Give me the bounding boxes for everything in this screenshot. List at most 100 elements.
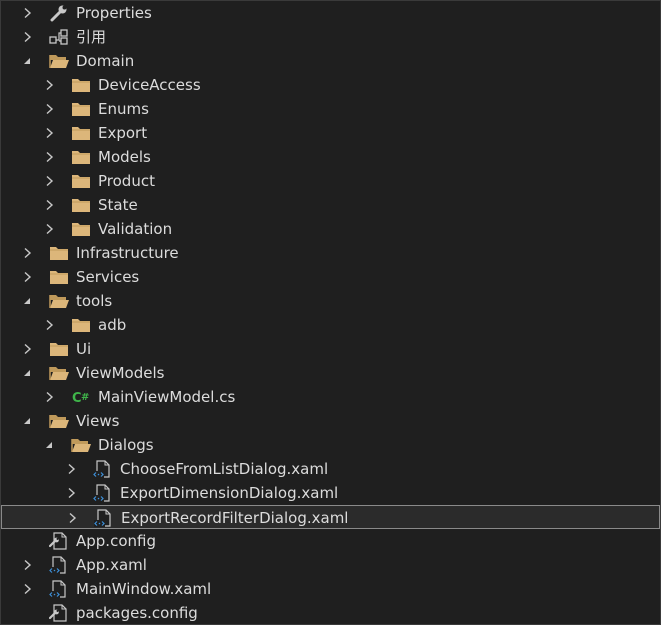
tree-item-label: MainViewModel.cs	[98, 388, 236, 406]
tree-item[interactable]: Infrastructure	[1, 241, 660, 265]
tree-item[interactable]: DeviceAccess	[1, 73, 660, 97]
tree-item[interactable]: Views	[1, 409, 660, 433]
folder-open-icon	[49, 52, 69, 70]
chevron-right-icon[interactable]	[19, 269, 35, 285]
chevron-right-icon[interactable]	[41, 173, 57, 189]
tree-item-label: Dialogs	[98, 436, 154, 454]
chevron-down-icon[interactable]	[41, 437, 57, 453]
tree-item[interactable]: Services	[1, 265, 660, 289]
config-file-icon	[48, 604, 69, 622]
xaml-file-icon	[93, 460, 113, 478]
tree-item-label: ChooseFromListDialog.xaml	[120, 460, 329, 478]
chevron-right-icon[interactable]	[19, 245, 35, 261]
tree-item-label: Properties	[76, 4, 152, 22]
chevron-down-icon[interactable]	[19, 53, 35, 69]
references-icon	[49, 28, 69, 46]
xaml-file-icon	[49, 556, 69, 574]
tree-item[interactable]: ExportDimensionDialog.xaml	[1, 481, 660, 505]
tree-item[interactable]: adb	[1, 313, 660, 337]
tree-item[interactable]: Dialogs	[1, 433, 660, 457]
tree-item[interactable]: Properties	[1, 1, 660, 25]
chevron-down-icon[interactable]	[19, 365, 35, 381]
folder-open-icon	[49, 412, 69, 430]
tree-item-label: Views	[76, 412, 120, 430]
tree-item-label: Export	[98, 124, 148, 142]
folder-icon	[71, 196, 91, 214]
chevron-right-icon[interactable]	[41, 389, 57, 405]
tree-item[interactable]: ExportRecordFilterDialog.xaml	[1, 505, 660, 529]
tree-item[interactable]: tools	[1, 289, 660, 313]
folder-icon	[71, 220, 91, 238]
tree-item[interactable]: MainWindow.xaml	[1, 577, 660, 601]
tree-item-label: tools	[76, 292, 113, 310]
tree-item-label: adb	[98, 316, 127, 334]
folder-open-icon	[49, 364, 69, 382]
chevron-right-icon[interactable]	[19, 5, 35, 21]
tree-item-label: Ui	[76, 340, 92, 358]
svg-text:#: #	[81, 392, 89, 403]
chevron-down-icon[interactable]	[19, 293, 35, 309]
chevron-right-icon[interactable]	[63, 461, 79, 477]
tree-item-label: ExportRecordFilterDialog.xaml	[121, 509, 349, 527]
folder-icon	[71, 100, 91, 118]
xaml-file-icon	[94, 509, 114, 527]
folder-icon	[71, 316, 91, 334]
tree-item-label: Services	[76, 268, 140, 286]
tree-item[interactable]: Enums	[1, 97, 660, 121]
tree-item[interactable]: Ui	[1, 337, 660, 361]
folder-icon	[49, 268, 69, 286]
tree-item-label: ExportDimensionDialog.xaml	[120, 484, 339, 502]
folder-open-icon	[71, 436, 91, 454]
solution-explorer-tree: Properties 引用 Domain DeviceAccess Enums …	[0, 0, 661, 625]
tree-item-label: App.xaml	[76, 556, 147, 574]
folder-icon	[49, 244, 69, 262]
chevron-right-icon[interactable]	[64, 510, 80, 526]
tree-item[interactable]: App.xaml	[1, 553, 660, 577]
tree-item-label: State	[98, 196, 138, 214]
chevron-right-icon[interactable]	[41, 149, 57, 165]
tree-item[interactable]: 引用	[1, 25, 660, 49]
tree-item[interactable]: Domain	[1, 49, 660, 73]
chevron-right-icon[interactable]	[19, 29, 35, 45]
chevron-right-icon[interactable]	[19, 557, 35, 573]
folder-icon	[71, 148, 91, 166]
tree-item-label: Product	[98, 172, 155, 190]
tree-item[interactable]: Export	[1, 121, 660, 145]
tree-item-label: Enums	[98, 100, 149, 118]
tree-item-label: Infrastructure	[76, 244, 179, 262]
folder-icon	[49, 340, 69, 358]
tree-item[interactable]: Product	[1, 169, 660, 193]
tree-item-label: DeviceAccess	[98, 76, 201, 94]
csharp-file-icon: C #	[71, 388, 91, 406]
tree-item[interactable]: State	[1, 193, 660, 217]
chevron-right-icon[interactable]	[19, 341, 35, 357]
tree-item[interactable]: ViewModels	[1, 361, 660, 385]
tree-item-label: Validation	[98, 220, 173, 238]
chevron-right-icon[interactable]	[41, 197, 57, 213]
tree-item[interactable]: Validation	[1, 217, 660, 241]
chevron-right-icon[interactable]	[19, 581, 35, 597]
tree-item[interactable]: ChooseFromListDialog.xaml	[1, 457, 660, 481]
tree-item-label: MainWindow.xaml	[76, 580, 212, 598]
tree-item[interactable]: Models	[1, 145, 660, 169]
tree-item-label: Domain	[76, 52, 135, 70]
tree-item-label: packages.config	[76, 604, 198, 622]
chevron-right-icon[interactable]	[41, 101, 57, 117]
chevron-right-icon[interactable]	[41, 125, 57, 141]
tree-item-label: ViewModels	[76, 364, 165, 382]
folder-open-icon	[49, 292, 69, 310]
tree-item[interactable]: C # MainViewModel.cs	[1, 385, 660, 409]
chevron-right-icon[interactable]	[41, 77, 57, 93]
tree-item[interactable]: packages.config	[1, 601, 660, 625]
chevron-right-icon[interactable]	[41, 317, 57, 333]
chevron-right-icon[interactable]	[41, 221, 57, 237]
config-file-icon	[48, 532, 69, 550]
tree-item-label: App.config	[76, 532, 156, 550]
wrench-icon	[49, 4, 69, 22]
tree-item[interactable]: App.config	[1, 529, 660, 553]
tree-item-label: Models	[98, 148, 151, 166]
chevron-right-icon[interactable]	[63, 485, 79, 501]
tree-item-label: 引用	[76, 28, 107, 46]
folder-icon	[71, 124, 91, 142]
chevron-down-icon[interactable]	[19, 413, 35, 429]
